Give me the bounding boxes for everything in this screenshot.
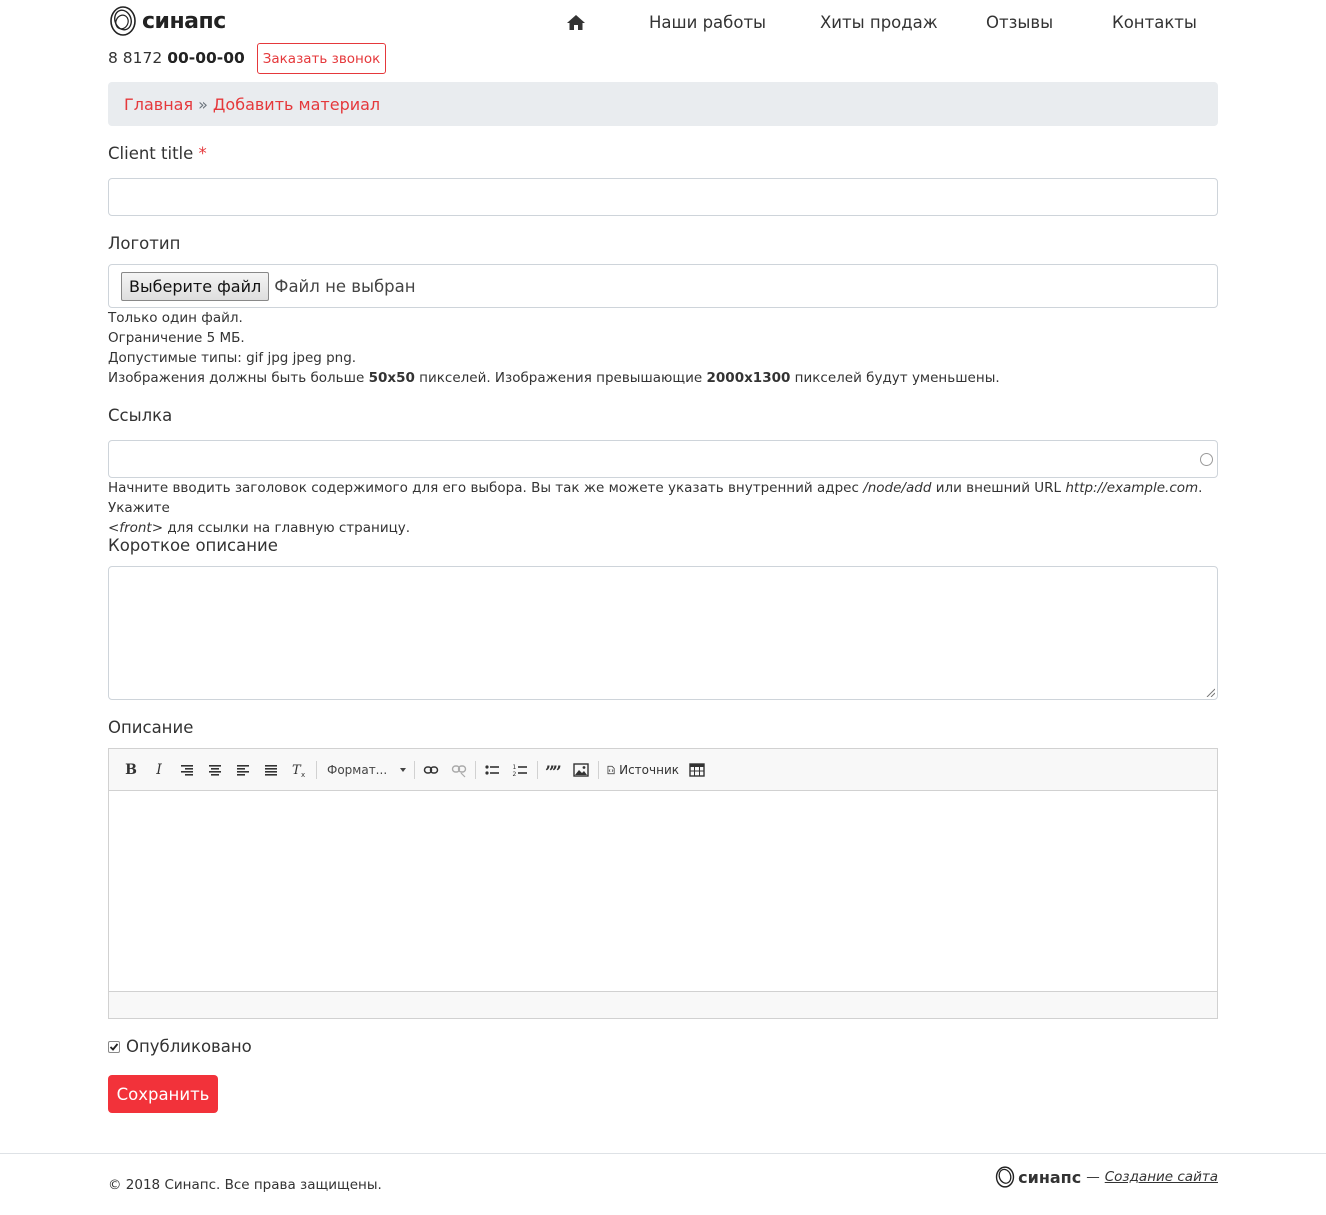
unlink-icon[interactable] — [451, 760, 467, 780]
published-label: Опубликовано — [126, 1037, 252, 1056]
file-status: Файл не выбран — [274, 276, 416, 296]
footer-divider — [0, 1153, 1326, 1154]
help-min-size: 50x50 — [368, 370, 415, 386]
logo-help-size: Ограничение 5 МБ. — [108, 330, 245, 346]
toolbar-separator — [537, 761, 538, 779]
help-example-front: <front> — [108, 520, 164, 536]
bulleted-list-icon[interactable] — [484, 760, 500, 780]
remove-format-icon[interactable]: T x — [291, 760, 307, 780]
logo-text: синапс — [142, 8, 226, 34]
logo-help-dimensions: Изображения должны быть больше 50x50 пик… — [108, 368, 1218, 388]
numbered-list-icon[interactable]: 1 2 — [512, 760, 528, 780]
autocomplete-throbber-icon — [1200, 453, 1213, 466]
order-call-button[interactable]: Заказать звонок — [257, 43, 386, 74]
image-icon[interactable] — [573, 760, 589, 780]
short-description-label: Короткое описание — [108, 536, 278, 555]
source-label: Источник — [619, 763, 679, 777]
phone-main: 00-00-00 — [167, 49, 245, 67]
svg-text:1: 1 — [513, 764, 517, 771]
checkmark-icon — [109, 1042, 119, 1051]
help-text: пикселей. Изображения превышающие — [419, 370, 703, 386]
client-title-input[interactable] — [108, 178, 1218, 216]
toolbar-separator — [316, 761, 317, 779]
help-text: пикселей будут уменьшены. — [794, 370, 1000, 386]
blockquote-icon[interactable]: ” ” — [545, 760, 561, 780]
editor-toolbar: B I T x Формат... 1 2 ” ” Источник — [109, 749, 1217, 791]
logo-mark-icon — [110, 6, 136, 36]
chevron-down-icon — [400, 768, 406, 772]
source-button[interactable]: Источник — [607, 760, 679, 780]
help-text: для ссылки на главную страницу. — [167, 520, 411, 536]
footer-dash: — — [1086, 1169, 1100, 1185]
published-row: Опубликовано — [108, 1037, 252, 1056]
rich-text-editor: B I T x Формат... 1 2 ” ” Источник — [108, 748, 1218, 1019]
logo-label: Логотип — [108, 234, 181, 253]
bold-button[interactable]: B — [123, 760, 139, 780]
table-icon[interactable] — [689, 760, 705, 780]
nav-our-works[interactable]: Наши работы — [649, 13, 766, 32]
format-dropdown-label: Формат... — [327, 763, 388, 777]
align-right-icon[interactable] — [179, 760, 195, 780]
nav-contacts[interactable]: Контакты — [1112, 13, 1197, 32]
link-input[interactable] — [108, 440, 1218, 478]
logo-file-field: Выберите файл Файл не выбран — [108, 264, 1218, 308]
description-label: Описание — [108, 718, 194, 737]
required-mark: * — [198, 144, 207, 163]
svg-text:”: ” — [552, 763, 561, 780]
save-button[interactable]: Сохранить — [108, 1075, 218, 1113]
breadcrumb-current[interactable]: Добавить материал — [213, 95, 380, 114]
published-checkbox[interactable] — [108, 1040, 120, 1053]
editor-content-area[interactable] — [109, 791, 1217, 991]
help-text: Изображения должны быть больше — [108, 370, 365, 386]
developer-logo-text: синапс — [1018, 1167, 1082, 1187]
developer-logo-icon — [995, 1166, 1015, 1188]
client-title-label-text: Client title — [108, 144, 194, 163]
help-example-external: http://example.com — [1065, 480, 1199, 496]
help-text: Начните вводить заголовок содержимого дл… — [108, 480, 859, 496]
logo-help-count: Только один файл. — [108, 310, 243, 326]
editor-status-bar — [109, 991, 1217, 1018]
breadcrumb: Главная » Добавить материал — [108, 82, 1218, 126]
svg-text:2: 2 — [513, 771, 517, 778]
site-creation-link[interactable]: Создание сайта — [1105, 1169, 1218, 1185]
toolbar-separator — [598, 761, 599, 779]
home-icon[interactable] — [566, 13, 586, 33]
logo-help-types: Допустимые типы: gif jpg jpeg png. — [108, 350, 357, 366]
source-icon — [607, 765, 615, 775]
short-description-textarea[interactable] — [108, 566, 1218, 700]
resize-grip-icon[interactable] — [1206, 688, 1215, 697]
footer-developer: синапс — Создание сайта — [994, 1165, 1218, 1189]
choose-file-button[interactable]: Выберите файл — [121, 271, 270, 301]
toolbar-separator — [414, 761, 415, 779]
help-max-size: 2000x1300 — [706, 370, 791, 386]
align-center-icon[interactable] — [207, 760, 223, 780]
svg-text:x: x — [301, 771, 305, 779]
toolbar-separator — [475, 761, 476, 779]
format-dropdown[interactable]: Формат... — [327, 760, 407, 780]
nav-bestsellers[interactable]: Хиты продаж — [820, 13, 938, 32]
help-example-internal: /node/add — [863, 480, 932, 496]
align-left-icon[interactable] — [235, 760, 251, 780]
site-logo[interactable]: синапс — [108, 4, 226, 38]
phone-number: 8 8172 00-00-00 — [108, 49, 245, 67]
logo-help: Только один файл. Ограничение 5 МБ. Допу… — [108, 308, 1218, 388]
client-title-label: Client title * — [108, 144, 207, 163]
help-text: или внешний URL — [935, 480, 1062, 496]
breadcrumb-separator: » — [198, 94, 208, 114]
nav-reviews[interactable]: Отзывы — [986, 13, 1053, 32]
link-help: Начните вводить заголовок содержимого дл… — [108, 478, 1218, 538]
link-icon[interactable] — [423, 760, 439, 780]
copyright: © 2018 Синапс. Все права защищены. — [108, 1177, 382, 1193]
link-label: Ссылка — [108, 406, 173, 425]
breadcrumb-home[interactable]: Главная — [124, 95, 193, 114]
phone-code: 8 8172 — [108, 49, 163, 67]
italic-button[interactable]: I — [151, 760, 167, 780]
align-justify-icon[interactable] — [263, 760, 279, 780]
